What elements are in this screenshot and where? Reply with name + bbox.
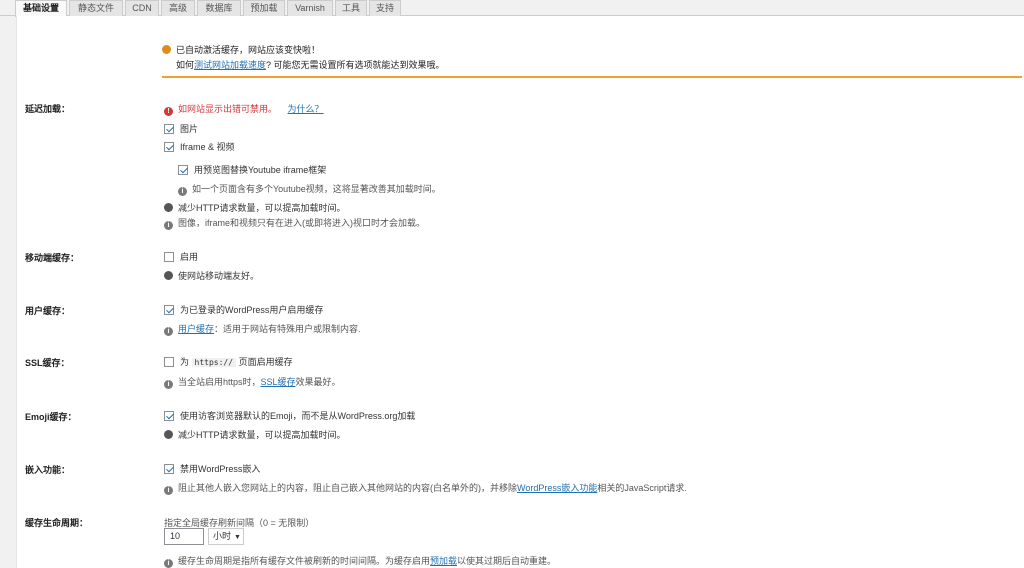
user-cache-label: 用户缓存： [25,306,71,316]
lazyload-iframe-option[interactable]: Iframe & 视频 [164,140,235,153]
ssl-cache-checkbox[interactable] [164,357,174,367]
tab-tools[interactable]: 工具 [335,0,367,16]
info-icon: i [164,486,173,495]
lazyload-images-option[interactable]: 图片 [164,122,198,135]
youtube-preview-checkbox[interactable] [178,165,188,175]
tab-basic-settings[interactable]: 基础设置 [15,0,67,17]
embeds-option[interactable]: 禁用WordPress嵌入 [164,462,260,475]
dropdown-arrow-icon: ▼ [234,534,241,541]
speedometer-icon [164,203,173,212]
mobile-cache-checkbox[interactable] [164,252,174,262]
embeds-checkbox[interactable] [164,464,174,474]
tab-support[interactable]: 支持 [369,0,401,16]
user-cache-link[interactable]: 用户缓存 [178,324,214,334]
info-icon: i [164,327,173,336]
lazyload-iframe-checkbox[interactable] [164,142,174,152]
why-link[interactable]: 为什么？ [288,104,324,114]
cache-lifespan-input[interactable]: 10 [164,528,204,545]
embeds-info: i 阻止其他人嵌入您网站上的内容，阻止自己嵌入其他网站的内容(白名单外的)，并移除… [164,481,687,495]
tab-varnish[interactable]: Varnish [287,0,333,16]
emoji-tip: 减少HTTP请求数量，可以提高加载时间。 [164,428,346,441]
ssl-cache-link[interactable]: SSL缓存 [261,377,296,387]
notice-line1: 已自动激活缓存，网站应该变快啦！ [162,43,320,56]
tab-bar: 基础设置 静态文件 CDN 高级 数据库 预加载 Varnish 工具 支持 [0,0,1024,17]
lazyload-images-checkbox[interactable] [164,124,174,134]
user-cache-info: i 用户缓存：适用于网站有特殊用户或限制内容. [164,322,361,336]
info-icon: i [164,559,173,568]
info-icon: i [164,221,173,230]
user-cache-option[interactable]: 为已登录的WordPress用户启用缓存 [164,303,323,316]
speedometer-icon [164,430,173,439]
youtube-info: i 如一个页面含有多个Youtube视频，这将显著改善其加载时间。 [178,182,441,196]
youtube-preview-option[interactable]: 用预览图替换Youtube iframe框架 [178,163,326,176]
ssl-cache-option[interactable]: 为 https:// 页面启用缓存 [164,355,293,368]
embeds-label: 嵌入功能： [25,465,71,475]
user-cache-checkbox[interactable] [164,305,174,315]
tab-static-files[interactable]: 静态文件 [69,0,123,16]
emoji-option[interactable]: 使用访客浏览器默认的Emoji，而不是从WordPress.org加载 [164,409,415,422]
info-icon: i [164,380,173,389]
tab-advanced[interactable]: 高级 [161,0,195,16]
cache-lifespan-unit-select[interactable]: 小时 ▼ [208,528,244,545]
warning-icon: ! [164,107,173,116]
mobile-cache-label: 移动端缓存： [25,253,80,263]
activation-notice: 已自动激活缓存，网站应该变快啦！ 如何测试网站加载速度? 可能您无需设置所有选项… [162,42,1022,78]
lazyload-warning: ! 如网站显示出错可禁用。 为什么？ [164,102,324,116]
cache-lifespan-info: i 缓存生命周期是指所有缓存文件被刷新的时间间隔。为缓存启用预加载以使其过期后自动… [164,554,556,568]
emoji-checkbox[interactable] [164,411,174,421]
notice-line2: 如何测试网站加载速度? 可能您无需设置所有选项就能达到效果哦。 [176,60,445,70]
lazyload-label: 延迟加载： [25,104,71,114]
mobile-cache-tip: 使网站移动端友好。 [164,269,259,282]
tab-cdn[interactable]: CDN [125,0,159,16]
cache-lifespan-label: 缓存生命周期： [25,518,89,528]
tab-database[interactable]: 数据库 [197,0,241,16]
info-icon: i [178,187,187,196]
ssl-cache-label: SSL缓存： [25,358,70,368]
lazyload-tip2: i 图像，iframe和视频只有在进入(或即将进入)视口时才会加载。 [164,216,425,230]
lazyload-tip1: 减少HTTP请求数量，可以提高加载时间。 [164,201,346,214]
wordpress-embeds-link[interactable]: WordPress嵌入功能 [517,483,597,493]
speed-test-link[interactable]: 测试网站加载速度 [194,60,266,70]
mobile-cache-option[interactable]: 启用 [164,250,198,263]
preload-link[interactable]: 预加载 [430,556,457,566]
https-code: https:// [191,358,237,367]
tab-preload[interactable]: 预加载 [243,0,285,16]
speedometer-icon [164,271,173,280]
ssl-cache-info: i 当全站启用https时，SSL缓存效果最好。 [164,375,341,389]
emoji-cache-label: Emoji缓存： [25,412,77,422]
speedometer-icon [162,45,171,54]
